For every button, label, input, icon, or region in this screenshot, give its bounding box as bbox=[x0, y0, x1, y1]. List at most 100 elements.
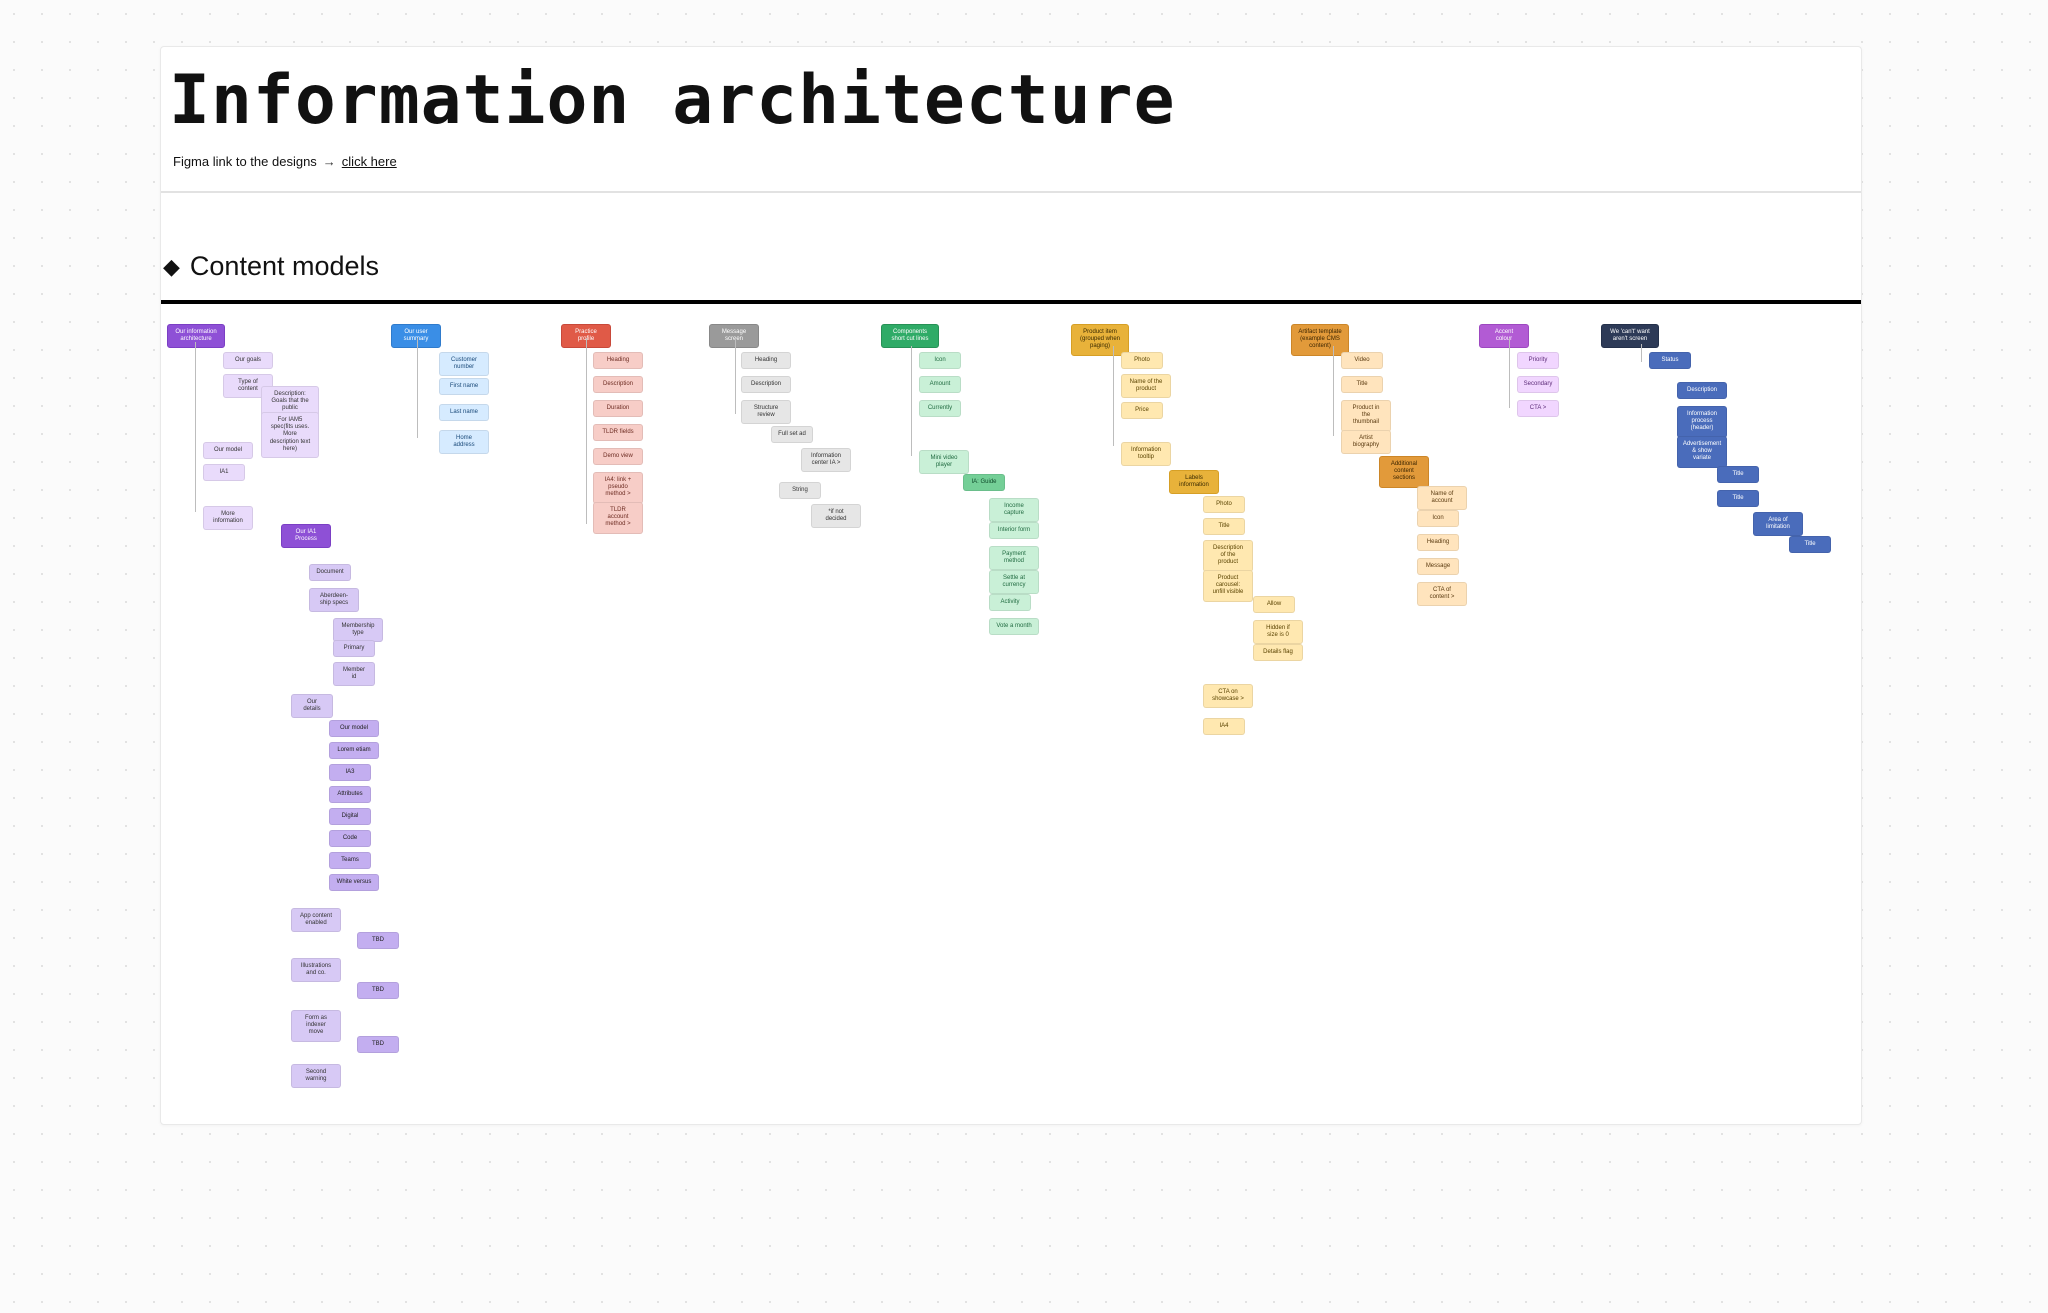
node-c1-d5[interactable]: Digital bbox=[329, 808, 371, 825]
node-c6-root[interactable]: Product item (grouped when paging) bbox=[1071, 324, 1129, 356]
node-c7-o2[interactable]: Icon bbox=[1417, 510, 1459, 527]
node-c5-2[interactable]: Amount bbox=[919, 376, 961, 393]
node-c9-8[interactable]: Title bbox=[1789, 536, 1831, 553]
node-c1-p3[interactable]: Membership type bbox=[333, 618, 383, 642]
node-c1-w2[interactable]: Illustrations and co. bbox=[291, 958, 341, 982]
node-c5-groot-label[interactable]: Mini video player bbox=[919, 450, 969, 474]
figma-link[interactable]: click here bbox=[342, 154, 397, 169]
node-c1-d1[interactable]: Our model bbox=[329, 720, 379, 737]
node-c1-details-root[interactable]: Our details bbox=[291, 694, 333, 718]
node-c5-g4[interactable]: Settle at currency bbox=[989, 570, 1039, 594]
node-c3-3[interactable]: Duration bbox=[593, 400, 643, 417]
node-c6-cta1[interactable]: IA4 bbox=[1203, 718, 1245, 735]
node-c4-s3[interactable]: String bbox=[779, 482, 821, 499]
node-c6-mroot[interactable]: Labels information bbox=[1169, 470, 1219, 494]
node-c1-model[interactable]: Our model bbox=[203, 442, 253, 459]
node-c6-m2[interactable]: Title bbox=[1203, 518, 1245, 535]
node-c1-goals[interactable]: Our goals bbox=[223, 352, 273, 369]
node-c9-7[interactable]: Area of limitation bbox=[1753, 512, 1803, 536]
node-c6-mm1[interactable]: Allow bbox=[1253, 596, 1295, 613]
node-c5-g1[interactable]: Income capture bbox=[989, 498, 1039, 522]
node-c9-2[interactable]: Description bbox=[1677, 382, 1727, 399]
node-c9-root[interactable]: We 'can't' want aren't screen bbox=[1601, 324, 1659, 348]
node-c2-1[interactable]: Customer number bbox=[439, 352, 489, 376]
node-c1-w1a[interactable]: TBD bbox=[357, 932, 399, 949]
node-c7-oroot[interactable]: Additional content sections bbox=[1379, 456, 1429, 488]
node-c5-g3[interactable]: Payment method bbox=[989, 546, 1039, 570]
node-c1-d8[interactable]: White versus bbox=[329, 874, 379, 891]
node-c6-mlabel[interactable]: Information tooltip bbox=[1121, 442, 1171, 466]
node-c6-m4[interactable]: Product carousel: unfill visible bbox=[1203, 570, 1253, 602]
node-c3-2[interactable]: Description bbox=[593, 376, 643, 393]
node-c1-w4[interactable]: Second warning bbox=[291, 1064, 341, 1088]
node-c1-d6[interactable]: Code bbox=[329, 830, 371, 847]
node-c3-7[interactable]: TLDR account method > bbox=[593, 502, 643, 534]
node-c3-1[interactable]: Heading bbox=[593, 352, 643, 369]
node-c3-5[interactable]: Demo view bbox=[593, 448, 643, 465]
node-c6-m1[interactable]: Photo bbox=[1203, 496, 1245, 513]
node-c7-3[interactable]: Product in the thumbnail bbox=[1341, 400, 1391, 432]
node-c9-1[interactable]: Status bbox=[1649, 352, 1691, 369]
node-c7-o5[interactable]: CTA of content > bbox=[1417, 582, 1467, 606]
node-c1-more[interactable]: More information bbox=[203, 506, 253, 530]
node-c1-p2[interactable]: Aberdeen-ship specs bbox=[309, 588, 359, 612]
node-c7-o1[interactable]: Name of account bbox=[1417, 486, 1467, 510]
node-c7-2[interactable]: Title bbox=[1341, 376, 1383, 393]
node-c1-p1[interactable]: Document bbox=[309, 564, 351, 581]
node-c5-1[interactable]: Icon bbox=[919, 352, 961, 369]
node-c2-root[interactable]: Our user summary bbox=[391, 324, 441, 348]
node-c4-root[interactable]: Message screen bbox=[709, 324, 759, 348]
node-c9-5[interactable]: Title bbox=[1717, 466, 1759, 483]
node-c1-w2a[interactable]: TBD bbox=[357, 982, 399, 999]
node-c1-w1[interactable]: App content enabled bbox=[291, 908, 341, 932]
node-c1-root[interactable]: Our information architecture bbox=[167, 324, 225, 348]
node-c9-4[interactable]: Advertisement & show variate bbox=[1677, 436, 1727, 468]
node-c6-cta[interactable]: CTA on showcase > bbox=[1203, 684, 1253, 708]
node-c7-1[interactable]: Video bbox=[1341, 352, 1383, 369]
node-c5-g6[interactable]: Vote a month bbox=[989, 618, 1039, 635]
node-c5-g5[interactable]: Activity bbox=[989, 594, 1031, 611]
node-c1-ia1[interactable]: IA1 bbox=[203, 464, 245, 481]
node-c2-4[interactable]: Home address bbox=[439, 430, 489, 454]
node-c6-mm2[interactable]: Hidden if size is 0 bbox=[1253, 620, 1303, 644]
node-c8-2[interactable]: Secondary bbox=[1517, 376, 1559, 393]
node-c1-w3a[interactable]: TBD bbox=[357, 1036, 399, 1053]
node-c1-d7[interactable]: Teams bbox=[329, 852, 371, 869]
node-c1-p5[interactable]: Member id bbox=[333, 662, 375, 686]
node-c1-process-root[interactable]: Our IA1 Process bbox=[281, 524, 331, 548]
node-c8-1[interactable]: Priority bbox=[1517, 352, 1559, 369]
node-c1-d3[interactable]: IA3 bbox=[329, 764, 371, 781]
node-c6-2[interactable]: Name of the product bbox=[1121, 374, 1171, 398]
node-c7-4[interactable]: Artist biography bbox=[1341, 430, 1391, 454]
node-c6-mm3[interactable]: Details flag bbox=[1253, 644, 1303, 661]
node-c6-3[interactable]: Price bbox=[1121, 402, 1163, 419]
node-c2-3[interactable]: Last name bbox=[439, 404, 489, 421]
node-c1-d2[interactable]: Lorem etiam bbox=[329, 742, 379, 759]
node-c8-3[interactable]: CTA > bbox=[1517, 400, 1559, 417]
node-c5-g2[interactable]: Interior form bbox=[989, 522, 1039, 539]
node-c6-m3[interactable]: Description of the product bbox=[1203, 540, 1253, 572]
node-c7-o4[interactable]: Message bbox=[1417, 558, 1459, 575]
node-c1-type-b[interactable]: For IAM5 spec(fits uses. More descriptio… bbox=[261, 412, 319, 458]
node-c5-gsub[interactable]: IA: Guide bbox=[963, 474, 1005, 491]
node-c7-root[interactable]: Artifact template (example CMS content) bbox=[1291, 324, 1349, 356]
node-c5-root[interactable]: Components short cut lines bbox=[881, 324, 939, 348]
node-c4-1[interactable]: Heading bbox=[741, 352, 791, 369]
node-c2-2[interactable]: First name bbox=[439, 378, 489, 395]
node-c4-s1[interactable]: Full set ad bbox=[771, 426, 813, 443]
node-c4-s2[interactable]: Information center IA > bbox=[801, 448, 851, 472]
node-c7-o3[interactable]: Heading bbox=[1417, 534, 1459, 551]
node-c1-w3[interactable]: Form as indexer move bbox=[291, 1010, 341, 1042]
node-c3-6[interactable]: IA4: link + pseudo method > bbox=[593, 472, 643, 504]
node-c4-s3a[interactable]: *if not decided bbox=[811, 504, 861, 528]
node-c3-4[interactable]: TLDR fields bbox=[593, 424, 643, 441]
node-c6-1[interactable]: Photo bbox=[1121, 352, 1163, 369]
node-c4-2[interactable]: Description bbox=[741, 376, 791, 393]
node-c4-3[interactable]: Structure review bbox=[741, 400, 791, 424]
node-c1-p4[interactable]: Primary bbox=[333, 640, 375, 657]
node-c9-6[interactable]: Title bbox=[1717, 490, 1759, 507]
node-c1-d4[interactable]: Attributes bbox=[329, 786, 371, 803]
node-c9-3[interactable]: Information process (header) bbox=[1677, 406, 1727, 438]
node-c5-3[interactable]: Currently bbox=[919, 400, 961, 417]
node-c8-root[interactable]: Accent colour bbox=[1479, 324, 1529, 348]
